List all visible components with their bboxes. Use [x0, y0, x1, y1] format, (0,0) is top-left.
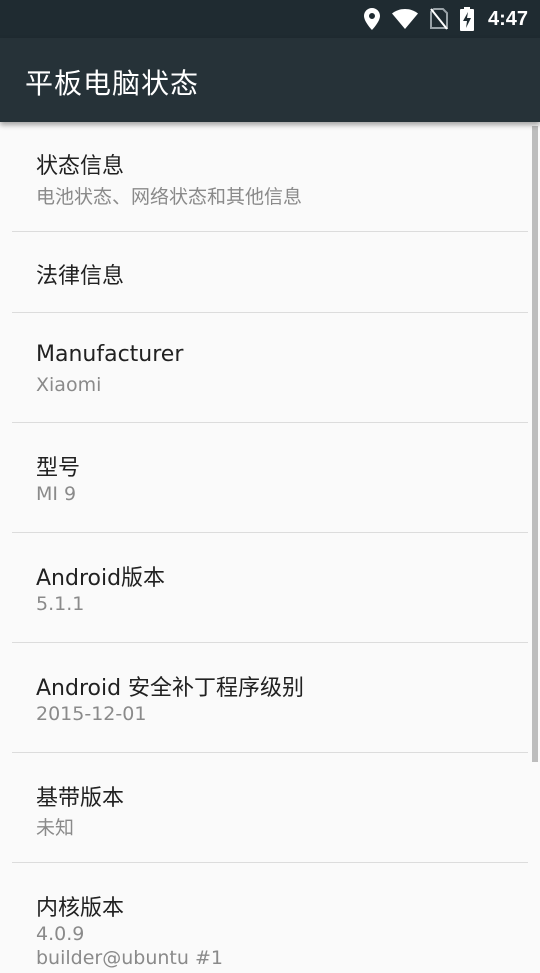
list-item-subtitle: MI 9	[36, 483, 77, 505]
list-item-subtitle: 5.1.1	[36, 593, 85, 615]
list-item-title: 法律信息	[36, 264, 125, 289]
list-item-title: 基带版本	[36, 786, 125, 811]
list-item-subtitle: 4.0.9	[36, 923, 85, 945]
list-item-subtitle: 电池状态、网络状态和其他信息	[36, 186, 303, 208]
scrollbar[interactable]	[532, 126, 538, 762]
list-item-manufacturer[interactable]: Manufacturer Xiaomi	[0, 313, 540, 423]
list-item-model[interactable]: 型号 MI 9	[0, 423, 540, 533]
list-item-title: 内核版本	[36, 896, 125, 921]
list-item-legal-info[interactable]: 法律信息	[0, 232, 540, 313]
list-item-title: 型号	[36, 456, 81, 481]
list-item-subtitle-line2: builder@ubuntu #1	[36, 947, 223, 969]
list-item-subtitle: 2015-12-01	[36, 703, 147, 725]
list-item-title: Android版本	[36, 566, 166, 591]
location-icon	[363, 8, 380, 30]
no-sim-icon	[429, 8, 448, 30]
page-title: 平板电脑状态	[25, 67, 200, 100]
app-bar: 平板电脑状态	[0, 38, 540, 122]
list-item-security-patch[interactable]: Android 安全补丁程序级别 2015-12-01	[0, 643, 540, 753]
list-item-title: Manufacturer	[36, 342, 184, 367]
list-item-kernel-version[interactable]: 内核版本 4.0.9 builder@ubuntu #1	[0, 863, 540, 973]
wifi-icon	[391, 9, 418, 29]
list-item-android-version[interactable]: Android版本 5.1.1	[0, 533, 540, 643]
status-time: 4:47	[487, 7, 528, 30]
battery-charging-icon	[459, 7, 474, 31]
list-item-status-info[interactable]: 状态信息 电池状态、网络状态和其他信息	[0, 122, 540, 232]
settings-list: 状态信息 电池状态、网络状态和其他信息 法律信息 Manufacturer Xi…	[0, 122, 540, 973]
list-item-title: Android 安全补丁程序级别	[36, 676, 305, 701]
list-item-subtitle: Xiaomi	[36, 374, 102, 396]
status-icons: 4:47	[363, 0, 528, 38]
status-bar: 4:47	[0, 0, 540, 38]
list-item-subtitle: 未知	[36, 817, 75, 839]
list-item-title: 状态信息	[36, 154, 125, 179]
list-item-baseband-version[interactable]: 基带版本 未知	[0, 753, 540, 863]
